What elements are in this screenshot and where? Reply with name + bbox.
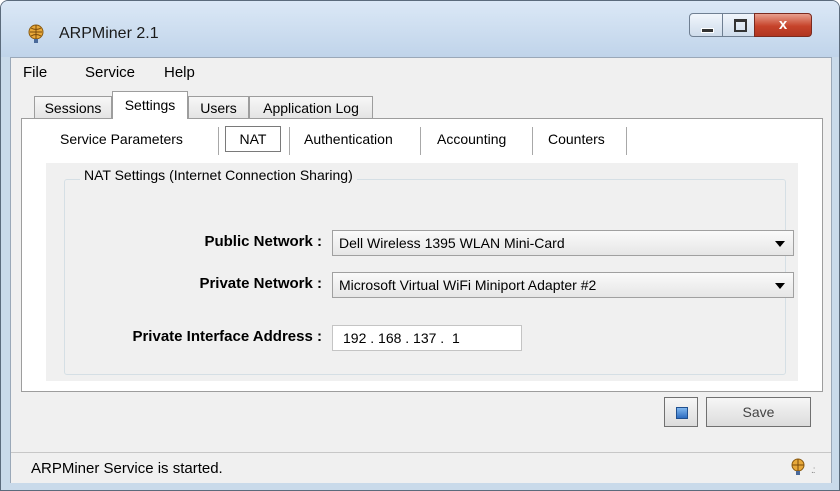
public-network-value: Dell Wireless 1395 WLAN Mini-Card [339,235,565,251]
public-network-label: Public Network : [204,233,322,250]
client-area: File Service Help Sessions Settings User… [10,57,832,483]
subtab-accounting[interactable]: Accounting [437,131,506,147]
status-text: ARPMiner Service is started. [31,460,223,477]
nat-settings-area: NAT Settings (Internet Connection Sharin… [46,163,798,381]
maximize-button[interactable] [722,13,755,37]
chevron-down-icon [775,283,785,289]
maximize-icon [734,19,747,32]
private-network-value: Microsoft Virtual WiFi Miniport Adapter … [339,277,597,293]
tab-settings[interactable]: Settings [112,91,188,119]
private-address-label: Private Interface Address : [132,328,322,345]
private-network-select[interactable]: Microsoft Virtual WiFi Miniport Adapter … [332,272,794,298]
chevron-down-icon [775,241,785,247]
menu-help[interactable]: Help [164,64,195,81]
subtab-separator [289,127,290,155]
window-controls: x [689,13,827,39]
close-button[interactable]: x [754,13,812,37]
subtab-counters[interactable]: Counters [548,131,605,147]
public-network-select[interactable]: Dell Wireless 1395 WLAN Mini-Card [332,230,794,256]
save-button[interactable]: Save [706,397,811,427]
network-globe-icon [791,458,805,475]
minimize-icon [701,28,714,33]
tab-sessions[interactable]: Sessions [34,96,112,118]
subtab-nat[interactable]: NAT [225,126,281,152]
stop-icon [676,407,688,419]
private-network-label: Private Network : [199,275,322,292]
menu-bar: File Service Help [11,58,831,86]
tab-users[interactable]: Users [188,96,249,118]
app-window: ARPMiner 2.1 x File Service Help Session… [0,0,840,491]
subtab-service-parameters[interactable]: Service Parameters [60,131,183,147]
title-bar[interactable]: ARPMiner 2.1 x [1,1,839,57]
nat-group-title: NAT Settings (Internet Connection Sharin… [80,167,357,183]
subtab-separator [420,127,421,155]
tab-application-log[interactable]: Application Log [249,96,373,118]
subtab-separator [626,127,627,155]
window-title: ARPMiner 2.1 [59,25,159,42]
stop-service-button[interactable] [664,397,698,427]
settings-subtabs: Service Parameters NAT Authentication Ac… [22,119,822,155]
private-address-input[interactable]: 192 . 168 . 137 . 1 [332,325,522,351]
subtab-separator [532,127,533,155]
settings-panel: Service Parameters NAT Authentication Ac… [21,118,823,392]
menu-service[interactable]: Service [85,64,135,81]
subtab-authentication[interactable]: Authentication [304,131,393,147]
minimize-button[interactable] [689,13,723,37]
menu-file[interactable]: File [23,64,47,81]
resize-grip-icon[interactable]: .: [811,465,815,476]
network-globe-icon [28,24,44,43]
subtab-separator [218,127,219,155]
main-tabs: Sessions Settings Users Application Log [11,86,831,119]
close-icon: x [778,16,788,33]
status-bar: ARPMiner Service is started. .: [11,452,831,483]
